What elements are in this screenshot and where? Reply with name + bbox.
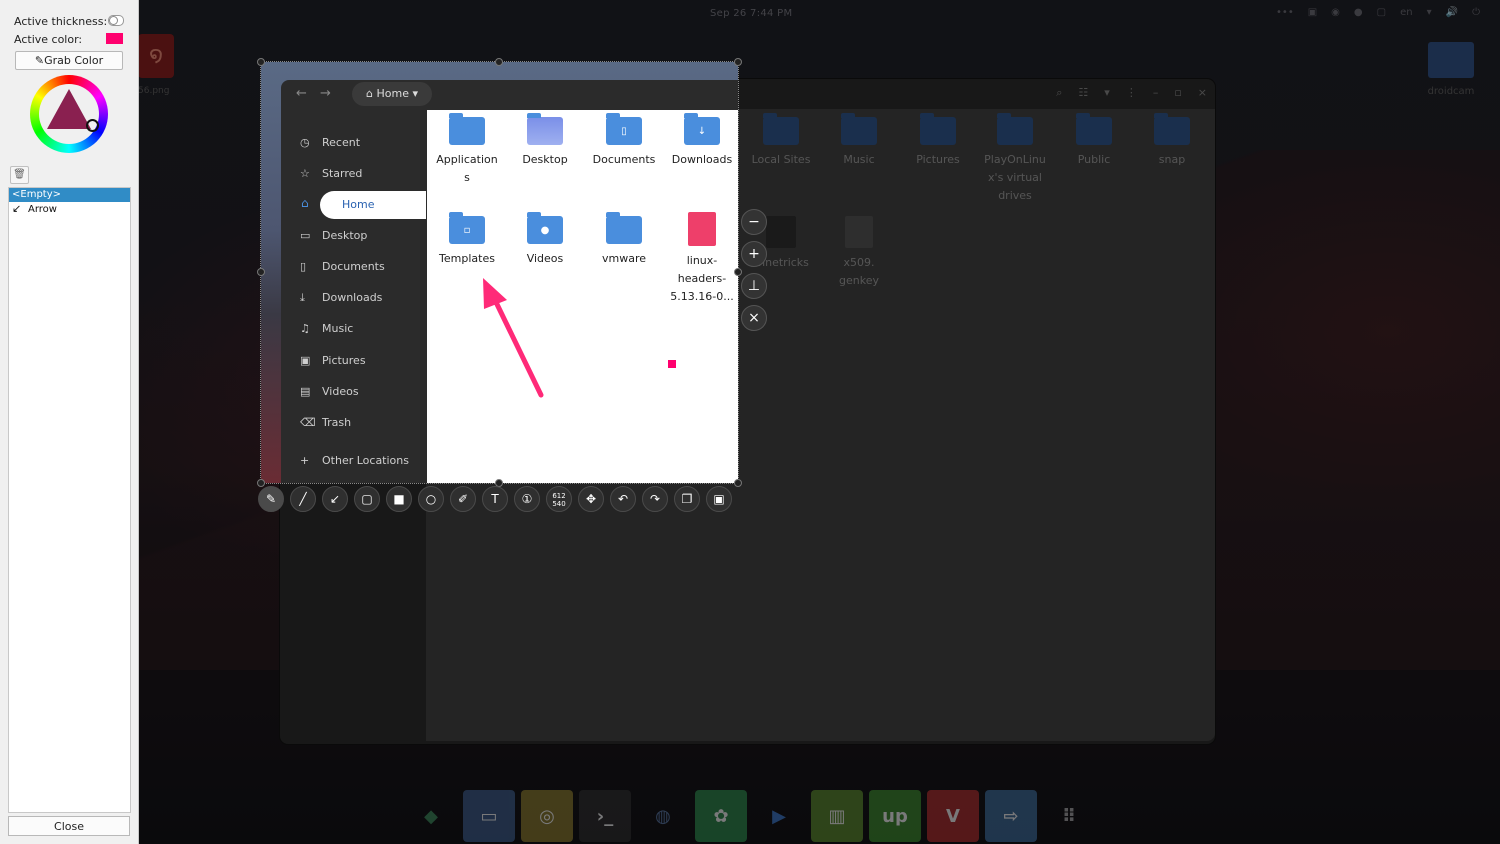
text-tool-button[interactable]: T: [482, 486, 508, 512]
dock-app-green-icon[interactable]: ✿: [695, 790, 747, 842]
dock-files-icon[interactable]: ▭: [463, 790, 515, 842]
color-wheel[interactable]: [30, 75, 108, 153]
pencil-icon: ✎: [265, 492, 277, 506]
save-icon: ▣: [713, 492, 725, 506]
color-picker-knob[interactable]: [86, 119, 99, 132]
list-item-label: Arrow: [28, 204, 57, 215]
flameshot-side-panel: Active thickness: Active color: ✎Grab Co…: [0, 0, 139, 844]
circle-tool-button[interactable]: ○: [418, 486, 444, 512]
dock-monitor-icon[interactable]: ◍: [637, 790, 689, 842]
line-icon: ╱: [299, 492, 307, 506]
grab-color-button[interactable]: ✎Grab Color: [15, 51, 123, 70]
grab-color-label: Grab Color: [44, 54, 104, 67]
dock-remote-icon[interactable]: ⇨: [985, 790, 1037, 842]
thickness-slider[interactable]: [108, 15, 124, 26]
rectangle-icon: ▢: [361, 492, 373, 506]
undo-button[interactable]: ↶: [610, 486, 636, 512]
circle-icon: ○: [425, 492, 437, 506]
selection-width: 612: [552, 492, 566, 500]
delete-item-button[interactable]: 🗑: [10, 166, 29, 184]
text-icon: T: [491, 492, 499, 506]
copy-icon: ❐: [681, 492, 693, 506]
move-icon: ✥: [585, 492, 597, 506]
list-item[interactable]: <Empty>: [9, 188, 130, 202]
selection-size-indicator[interactable]: 612 540: [546, 486, 572, 512]
dock-zoom-icon[interactable]: ▶: [753, 790, 805, 842]
line-tool-button[interactable]: ╱: [290, 486, 316, 512]
pencil-tool-button[interactable]: ✎: [258, 486, 284, 512]
color-triangle[interactable]: [47, 89, 91, 129]
decrease-thickness-button[interactable]: −: [741, 209, 767, 235]
annotation-toolbar: ✎ ╱ ↙ ▢ ■ ○ ✐ T ① 612 540 ✥ ↶ ↷ ❐ ▣: [258, 486, 732, 512]
counter-icon: ①: [521, 492, 533, 506]
eyedropper-icon: ✎: [34, 54, 45, 67]
save-button[interactable]: ▣: [706, 486, 732, 512]
redo-icon: ↷: [649, 492, 661, 506]
rectangle-tool-button[interactable]: ▢: [354, 486, 380, 512]
dock-app-grid-icon[interactable]: ⠿: [1043, 790, 1095, 842]
arrow-icon: ↙: [12, 202, 22, 215]
redo-button[interactable]: ↷: [642, 486, 668, 512]
selection-height: 540: [552, 500, 566, 508]
active-color-swatch[interactable]: [106, 33, 123, 44]
close-button[interactable]: Close: [8, 816, 130, 836]
undo-icon: ↶: [617, 492, 629, 506]
dock-app-diamond-icon[interactable]: ◆: [405, 790, 457, 842]
dock-vivaldi-icon[interactable]: V: [927, 790, 979, 842]
list-item[interactable]: ↙ Arrow: [9, 202, 130, 216]
arrow-annotation[interactable]: [0, 0, 1500, 844]
arrow-tool-button[interactable]: ↙: [322, 486, 348, 512]
filled-rectangle-icon: ■: [393, 492, 405, 506]
increase-thickness-button[interactable]: +: [741, 241, 767, 267]
color-dot-marker: [668, 360, 676, 368]
arrow-icon: ↙: [329, 492, 341, 506]
counter-tool-button[interactable]: ①: [514, 486, 540, 512]
move-tool-button[interactable]: ✥: [578, 486, 604, 512]
trash-icon: 🗑: [13, 169, 26, 180]
dock-chrome-icon[interactable]: ◎: [521, 790, 573, 842]
close-capture-button[interactable]: ×: [741, 305, 767, 331]
copy-button[interactable]: ❐: [674, 486, 700, 512]
marker-icon: ✐: [457, 492, 469, 506]
dock: ◆ ▭ ◎ ›_ ◍ ✿ ▶ ▥ up V ⇨ ⠿: [405, 790, 1095, 842]
dock-android-icon[interactable]: ▥: [811, 790, 863, 842]
annotation-list: <Empty> ↙ Arrow: [8, 187, 131, 813]
color-label: Active color:: [14, 33, 83, 46]
side-tool-column: − + ⊥ ×: [741, 209, 767, 337]
dock-terminal-icon[interactable]: ›_: [579, 790, 631, 842]
dock-upwork-icon[interactable]: up: [869, 790, 921, 842]
thickness-label: Active thickness:: [14, 15, 108, 28]
marker-tool-button[interactable]: ✐: [450, 486, 476, 512]
filled-rectangle-tool-button[interactable]: ■: [386, 486, 412, 512]
pin-icon[interactable]: ⊥: [741, 273, 767, 299]
